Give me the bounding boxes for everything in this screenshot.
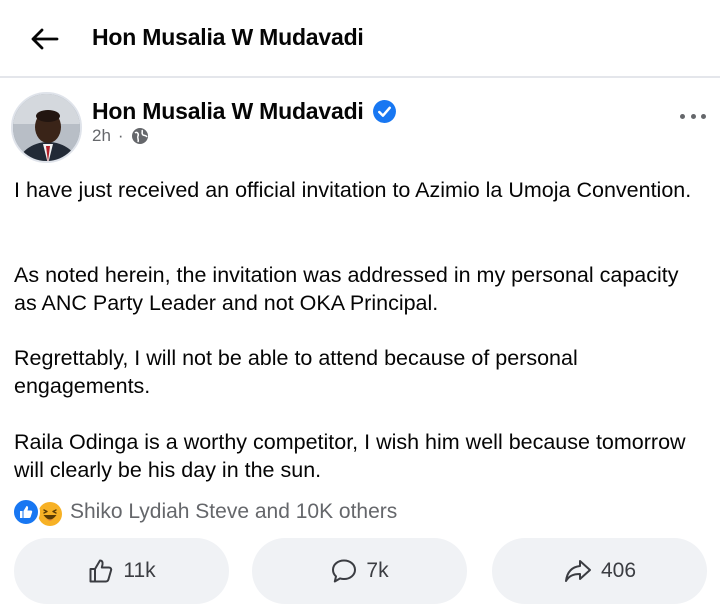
more-options-icon[interactable] (676, 104, 710, 128)
like-count: 11k (123, 559, 156, 582)
reactions-text: Shiko Lydiah Steve and 10K others (70, 500, 398, 523)
like-button[interactable]: 11k (14, 538, 229, 604)
share-arrow-icon (564, 560, 591, 582)
header-divider (0, 76, 720, 78)
meta-separator: · (117, 126, 124, 145)
reactions-summary[interactable]: Shiko Lydiah Steve and 10K others (12, 498, 397, 526)
post-paragraph: Regrettably, I will not be able to atten… (14, 346, 578, 398)
post-timestamp[interactable]: 2h (92, 126, 111, 146)
verified-badge-icon (372, 100, 396, 123)
post-author-name[interactable]: Hon Musalia W Mudavadi (92, 98, 364, 125)
comment-bubble-icon (332, 559, 357, 583)
post-paragraph: Raila Odinga is a worthy competitor, I w… (14, 430, 686, 482)
share-button[interactable]: 406 (492, 538, 707, 604)
page-title: Hon Musalia W Mudavadi (92, 24, 364, 50)
globe-icon (131, 128, 148, 144)
share-count: 406 (600, 559, 637, 582)
post-paragraph: I have just received an official invitat… (14, 178, 692, 202)
author-avatar[interactable] (11, 92, 82, 163)
like-reaction-icon (12, 498, 40, 526)
comment-button[interactable]: 7k (252, 538, 467, 604)
thumbs-up-icon (89, 559, 113, 583)
top-bar: Hon Musalia W Mudavadi (0, 0, 720, 76)
post-paragraph: As noted herein, the invitation was addr… (14, 263, 679, 315)
back-arrow-icon[interactable] (26, 22, 62, 56)
comment-count: 7k (366, 559, 389, 582)
